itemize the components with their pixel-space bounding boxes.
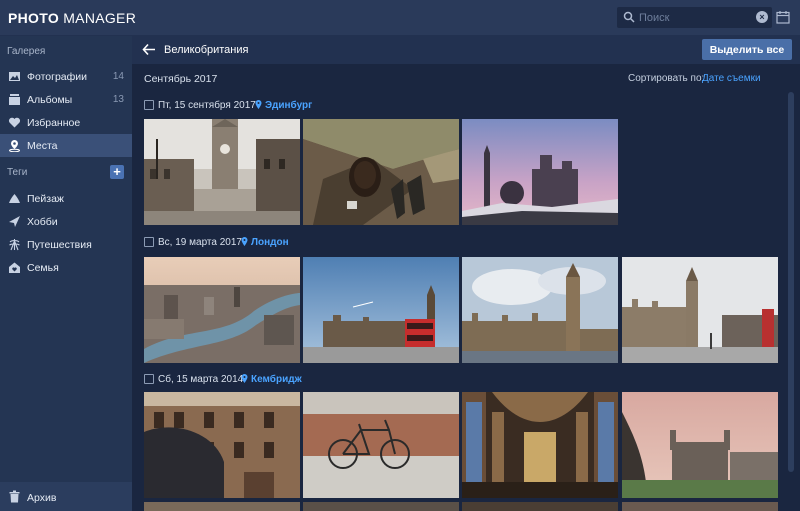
sidebar: Галерея Фотографии 14 Альбомы 13 Избранн… <box>0 36 132 511</box>
sort-label: Сортировать по: <box>628 73 705 84</box>
photo-thumbnail[interactable] <box>622 257 778 363</box>
photo-chapel-interior <box>462 392 618 498</box>
tags-heading: Теги <box>7 167 28 178</box>
photo-kings-college <box>622 392 778 498</box>
main-content: Великобритания Выделить все Сентябрь 201… <box>132 36 800 511</box>
hobby-icon <box>9 216 20 227</box>
photo-thumbnail[interactable] <box>303 392 459 498</box>
sidebar-item-label: Путешествия <box>27 239 92 251</box>
photo-cambridge-building <box>144 392 300 498</box>
sidebar-item-label: Места <box>27 140 58 152</box>
search-icon <box>623 11 635 23</box>
top-bar: PHOTO MANAGER × <box>0 0 800 36</box>
album-title: Великобритания <box>164 44 249 56</box>
photo-thumbnail[interactable] <box>462 392 618 498</box>
date-group-header: Пт, 15 сентября 2017 Эдинбург <box>144 100 344 114</box>
photo-thumbnail[interactable] <box>303 257 459 363</box>
photo-thumbnail[interactable] <box>144 502 300 511</box>
sidebar-tag-landscape[interactable]: Пейзаж <box>0 187 132 210</box>
sidebar-item-favorites[interactable]: Избранное <box>0 111 132 134</box>
group-select-checkbox[interactable] <box>144 374 154 384</box>
clear-search-icon[interactable]: × <box>756 11 768 23</box>
landscape-icon <box>9 194 20 203</box>
search-input[interactable] <box>639 9 749 26</box>
photo-thumbnail[interactable] <box>303 502 459 511</box>
location-pin-icon <box>241 237 248 246</box>
photo-thumbnail[interactable] <box>462 119 618 225</box>
location-pin-icon <box>241 374 248 383</box>
date-group-header: Сб, 15 марта 2014 Кембридж <box>144 374 344 388</box>
sidebar-item-label: Пейзаж <box>27 193 64 205</box>
sidebar-item-label: Фотографии <box>27 71 88 83</box>
group-select-checkbox[interactable] <box>144 100 154 110</box>
photo-big-ben-bus <box>303 257 459 363</box>
photos-icon <box>9 72 20 81</box>
albums-count: 13 <box>112 94 124 105</box>
back-arrow-icon[interactable] <box>142 43 156 56</box>
trash-icon <box>9 490 20 503</box>
sidebar-item-label: Альбомы <box>27 94 73 106</box>
select-all-button[interactable]: Выделить все <box>702 39 792 60</box>
photo-thumbnail[interactable] <box>462 502 618 511</box>
month-heading: Сентябрь 2017 <box>144 73 218 85</box>
calendar-icon[interactable] <box>776 10 790 24</box>
heart-icon <box>8 117 21 128</box>
group-location-link[interactable]: Эдинбург <box>255 100 312 111</box>
add-tag-button[interactable]: + <box>110 165 124 179</box>
albums-icon <box>9 94 20 105</box>
photos-count: 14 <box>112 71 124 82</box>
sidebar-item-label: Архив <box>27 492 57 504</box>
scrollbar[interactable] <box>788 92 794 472</box>
family-icon <box>9 262 20 273</box>
group-date: Сб, 15 марта 2014 <box>158 374 244 385</box>
sidebar-item-photos[interactable]: Фотографии 14 <box>0 65 132 88</box>
photo-edinburgh-street <box>144 119 300 225</box>
sidebar-item-archive[interactable]: Архив <box>0 482 132 511</box>
photo-big-ben-winter <box>622 257 778 363</box>
date-group-header: Вс, 19 марта 2017 Лондон <box>144 237 344 251</box>
photo-thumbnail[interactable] <box>622 502 778 511</box>
sidebar-item-label: Хобби <box>27 216 58 228</box>
content-header: Великобритания Выделить все <box>132 36 800 64</box>
sidebar-tag-travel[interactable]: Путешествия <box>0 233 132 256</box>
photo-thumbnail[interactable] <box>144 119 300 225</box>
photo-westminster <box>462 257 618 363</box>
sidebar-item-label: Семья <box>27 262 59 274</box>
photo-london-aerial <box>144 257 300 363</box>
photo-thumbnail[interactable] <box>462 257 618 363</box>
photo-thumbnail[interactable] <box>144 257 300 363</box>
photo-thumbnail[interactable] <box>144 392 300 498</box>
group-date: Пт, 15 сентября 2017 <box>158 100 256 111</box>
app-logo: PHOTO MANAGER <box>8 10 137 26</box>
gallery-heading: Галерея <box>7 46 46 57</box>
group-select-checkbox[interactable] <box>144 237 154 247</box>
sidebar-item-places[interactable]: Места <box>0 134 132 157</box>
group-date: Вс, 19 марта 2017 <box>158 237 242 248</box>
location-pin-icon <box>255 100 262 109</box>
search-box[interactable]: × <box>617 7 772 28</box>
photo-thumbnail[interactable] <box>303 119 459 225</box>
photo-bicycle <box>303 392 459 498</box>
group-location-link[interactable]: Лондон <box>241 237 289 248</box>
sidebar-tag-hobby[interactable]: Хобби <box>0 210 132 233</box>
sidebar-item-albums[interactable]: Альбомы 13 <box>0 88 132 111</box>
photo-hiker-backpack <box>303 119 459 225</box>
sidebar-item-label: Избранное <box>27 117 81 129</box>
sidebar-tag-family[interactable]: Семья <box>0 256 132 279</box>
map-pin-icon <box>9 140 20 152</box>
sort-by-link[interactable]: Дате съемки <box>702 73 761 84</box>
group-location-link[interactable]: Кембридж <box>241 374 302 385</box>
travel-icon <box>9 239 20 251</box>
photo-thumbnail[interactable] <box>622 392 778 498</box>
photo-edinburgh-castle <box>462 119 618 225</box>
